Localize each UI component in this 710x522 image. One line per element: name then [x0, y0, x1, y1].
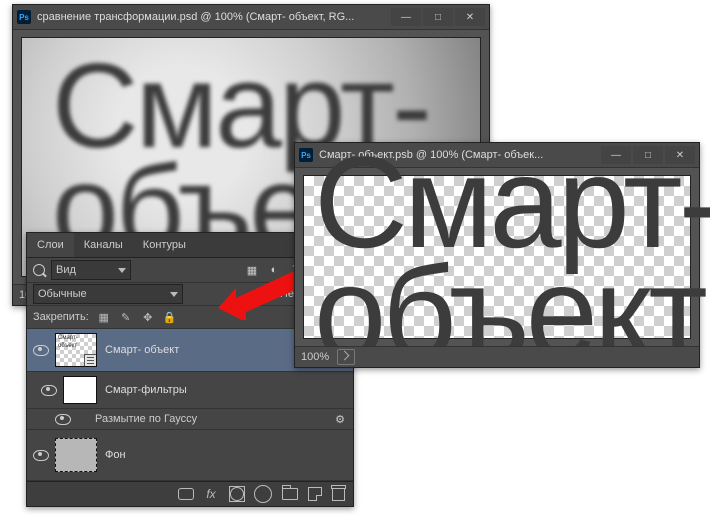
share-icon[interactable] — [337, 349, 355, 365]
mask-icon[interactable] — [230, 487, 244, 501]
fx-icon[interactable]: fx — [204, 486, 220, 502]
window-smart-object: Ps Смарт- объект.psb @ 100% (Смарт- объе… — [294, 142, 700, 368]
lock-transparency-icon[interactable]: ▦ — [97, 310, 111, 324]
photoshop-icon: Ps — [299, 148, 313, 162]
panel-footer: fx — [27, 481, 353, 506]
layer-thumbnail[interactable]: Смарт- объект — [55, 333, 97, 367]
zoom-value[interactable]: 100% — [301, 351, 329, 363]
filter-type-label: Вид — [56, 264, 76, 276]
layer-name[interactable]: Смарт- объект — [105, 344, 179, 356]
filter-item-name: Размытие по Гауссу — [95, 413, 197, 425]
titlebar-main[interactable]: Ps сравнение трансформации.psd @ 100% (С… — [13, 5, 489, 30]
tab-paths[interactable]: Контуры — [133, 233, 196, 257]
blend-mode-value: Обычные — [38, 288, 87, 300]
photoshop-icon: Ps — [17, 10, 31, 24]
smart-filters-label: Смарт-фильтры — [105, 384, 187, 396]
layer-background[interactable]: Фон — [27, 430, 353, 481]
blend-mode-select[interactable]: Обычные — [33, 284, 183, 304]
lock-position-icon[interactable]: ✥ — [141, 310, 155, 324]
lock-label: Закрепить: — [33, 311, 89, 323]
filter-item-row[interactable]: Размытие по Гауссу ⚙ — [27, 409, 353, 430]
close-button[interactable]: ✕ — [455, 8, 485, 26]
chevron-down-icon — [170, 292, 178, 297]
delete-layer-icon[interactable] — [332, 488, 345, 501]
chevron-down-icon — [118, 268, 126, 273]
maximize-button[interactable]: □ — [423, 8, 453, 26]
title-text-main: сравнение трансформации.psd @ 100% (Смар… — [37, 11, 389, 23]
filter-mask-thumbnail[interactable] — [63, 376, 97, 404]
link-layers-icon[interactable] — [178, 488, 194, 500]
filter-adjust-icon[interactable]: ◐ — [267, 263, 281, 277]
filter-settings-icon[interactable]: ⚙ — [333, 412, 347, 426]
new-layer-icon[interactable] — [308, 487, 322, 501]
minimize-button[interactable]: — — [391, 8, 421, 26]
lock-paint-icon[interactable]: ✎ — [119, 310, 133, 324]
layer-smart-filters[interactable]: Смарт-фильтры — [27, 372, 353, 409]
canvas-smart[interactable]: Смарт- объект — [303, 175, 691, 339]
tab-channels[interactable]: Каналы — [74, 233, 133, 257]
group-icon[interactable] — [282, 488, 298, 500]
adjustment-layer-icon[interactable] — [254, 485, 272, 503]
filter-pixel-icon[interactable]: ▦ — [245, 263, 259, 277]
visibility-eye-icon[interactable] — [41, 385, 57, 396]
visibility-eye-icon[interactable] — [33, 345, 49, 356]
visibility-eye-icon[interactable] — [55, 414, 71, 425]
layer-thumbnail[interactable] — [55, 438, 97, 472]
filter-type-select[interactable]: Вид — [51, 260, 131, 280]
search-icon[interactable] — [33, 264, 45, 276]
tab-layers[interactable]: Слои — [27, 233, 74, 257]
layer-name[interactable]: Фон — [105, 449, 126, 461]
smart-object-badge-icon — [84, 354, 97, 367]
visibility-eye-icon[interactable] — [33, 450, 49, 461]
statusbar-smart: 100% — [295, 346, 699, 367]
lock-all-icon[interactable]: 🔒 — [163, 310, 177, 324]
